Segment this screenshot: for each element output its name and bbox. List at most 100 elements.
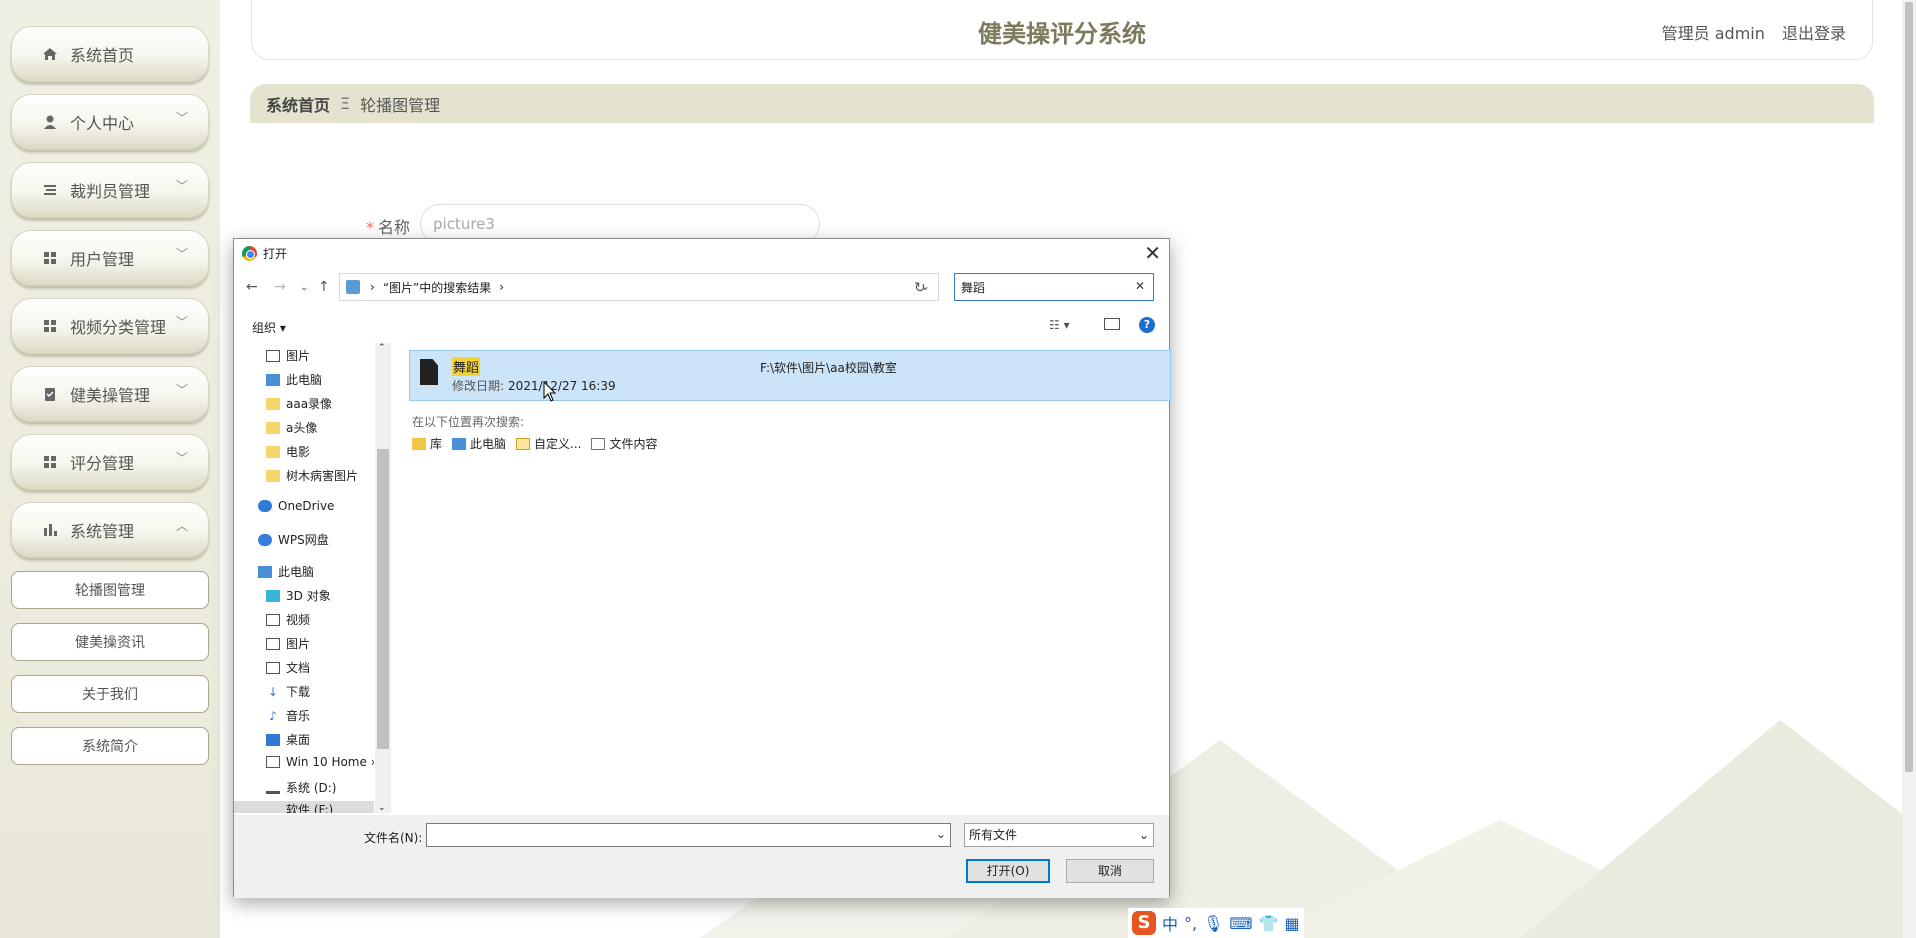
- skin-icon[interactable]: 👕: [1259, 914, 1279, 933]
- sidebar-item-system[interactable]: 系统管理 ︿: [11, 502, 209, 558]
- organize-menu[interactable]: 组织 ▾: [252, 319, 286, 336]
- dialog-titlebar: 打开 ✕: [234, 239, 1169, 267]
- tree-item[interactable]: 图片: [266, 347, 310, 364]
- tree-item-label: 图片: [286, 637, 311, 651]
- sub-item-news[interactable]: 健美操资讯: [11, 623, 209, 661]
- tree-item[interactable]: Win 10 Home ›: [266, 755, 374, 769]
- tree-item[interactable]: 图片: [266, 635, 310, 652]
- scroll-up-icon[interactable]: ⌃: [378, 343, 386, 353]
- drive-icon: [266, 756, 280, 768]
- sub-item-carousel[interactable]: 轮播图管理: [11, 571, 209, 609]
- search-again-custom[interactable]: 自定义...: [516, 435, 581, 452]
- page-scrollbar-thumb[interactable]: [1905, 2, 1913, 772]
- keyboard-icon[interactable]: ⌨: [1229, 914, 1252, 933]
- tree-scrollbar-thumb[interactable]: [377, 449, 389, 749]
- music-icon: ♪: [269, 708, 277, 723]
- scroll-down-icon[interactable]: ⌄: [378, 803, 386, 813]
- sidebar-item-users[interactable]: 用户管理 ﹀: [11, 230, 209, 286]
- sidebar-item-home[interactable]: 系统首页: [11, 26, 209, 82]
- sidebar-item-label: 评分管理: [70, 454, 135, 473]
- tree-item[interactable]: 树木病害图片: [266, 467, 358, 484]
- tree-item[interactable]: a头像: [266, 419, 317, 436]
- toolbox-icon[interactable]: ▦: [1284, 914, 1299, 933]
- ime-punctuation[interactable]: °,: [1184, 914, 1197, 933]
- dialog-toolbar: 组织 ▾ ☷ ▾ ?: [234, 315, 1169, 339]
- tree-item-label: 电影: [286, 445, 311, 459]
- tree-item-label: 图片: [286, 349, 311, 363]
- ime-chinese-mode[interactable]: 中: [1162, 911, 1178, 935]
- tree-item[interactable]: OneDrive: [258, 499, 334, 513]
- microphone-icon[interactable]: 🎙: [1203, 914, 1223, 933]
- tree-item[interactable]: 系统 (D:): [266, 779, 336, 796]
- sidebar-item-label: 系统首页: [70, 46, 135, 65]
- user-icon: [42, 114, 58, 130]
- logout-link[interactable]: 退出登录: [1782, 24, 1846, 43]
- tree-item[interactable]: 3D 对象: [266, 587, 331, 604]
- sidebar-item-personal[interactable]: 个人中心 ﹀: [11, 94, 209, 150]
- tree-item-selected[interactable]: 软件 (F:): [234, 801, 374, 813]
- page-scrollbar[interactable]: [1902, 0, 1916, 938]
- help-icon[interactable]: ?: [1139, 317, 1155, 333]
- sub-item-about[interactable]: 关于我们: [11, 675, 209, 713]
- chevron-down-icon[interactable]: ⌄: [936, 827, 946, 841]
- tree-item[interactable]: WPS网盘: [258, 531, 329, 548]
- sidebar-item-scoring[interactable]: 评分管理 ﹀: [11, 434, 209, 490]
- tree-item[interactable]: 视频: [266, 611, 310, 628]
- sidebar-item-label: 系统管理: [70, 522, 135, 541]
- forward-arrow-icon[interactable]: →: [274, 279, 286, 295]
- clear-search-icon[interactable]: ✕: [1135, 279, 1145, 293]
- tree-item-label: 此电脑: [278, 565, 315, 579]
- cancel-button[interactable]: 取消: [1066, 859, 1154, 883]
- tree-item[interactable]: aaa录像: [266, 395, 332, 412]
- tree-item-label: Win 10 Home ›: [286, 755, 374, 769]
- open-button[interactable]: 打开(O): [966, 859, 1050, 883]
- tree-item-label: 此电脑: [286, 373, 323, 387]
- tree-item-label: 音乐: [286, 709, 311, 723]
- chevron-down-icon: ﹀: [175, 451, 188, 465]
- tree-item[interactable]: 此电脑: [266, 371, 322, 388]
- search-input[interactable]: 舞蹈 ✕: [954, 273, 1154, 301]
- sidebar-item-referee[interactable]: 裁判员管理 ﹀: [11, 162, 209, 218]
- sidebar-item-label: 个人中心: [70, 114, 135, 133]
- search-again-computer[interactable]: 此电脑: [452, 435, 506, 452]
- date-value: 2021/12/27 16:39: [508, 379, 616, 393]
- tree-item-label: 下载: [286, 685, 311, 699]
- search-value: 舞蹈: [961, 280, 986, 295]
- sogou-logo-icon[interactable]: S: [1132, 911, 1156, 935]
- back-arrow-icon[interactable]: ←: [246, 279, 258, 295]
- tree-item[interactable]: ↓ 下载: [266, 683, 310, 700]
- preview-pane-icon[interactable]: [1104, 318, 1120, 330]
- address-bar[interactable]: › “图片”中的搜索结果 › ⌄: [339, 273, 939, 301]
- clipboard-icon: [42, 386, 58, 402]
- drive-icon: [266, 804, 280, 813]
- search-again-library[interactable]: 库: [412, 435, 442, 452]
- folder-icon: [266, 397, 280, 410]
- name-label: * 名称: [366, 214, 410, 238]
- tree-item[interactable]: 此电脑: [258, 563, 314, 580]
- sidebar-item-video-category[interactable]: 视频分类管理 ﹀: [11, 298, 209, 354]
- close-icon[interactable]: ✕: [1144, 241, 1161, 265]
- tree-item[interactable]: ♪ 音乐: [266, 707, 310, 724]
- address-separator-icon: ›: [370, 280, 375, 294]
- filetype-select[interactable]: 所有文件 ⌄: [964, 823, 1154, 847]
- up-arrow-icon[interactable]: ↑: [318, 279, 330, 295]
- tree-item[interactable]: 电影: [266, 443, 310, 460]
- sub-item-intro[interactable]: 系统简介: [11, 727, 209, 765]
- refresh-icon[interactable]: ↻: [914, 280, 926, 296]
- user-area: 管理员 admin 退出登录: [1662, 20, 1846, 44]
- recent-dropdown-icon[interactable]: ⌄: [300, 282, 308, 293]
- search-again-contents[interactable]: 文件内容: [591, 435, 658, 452]
- tree-item-label: WPS网盘: [278, 533, 329, 547]
- search-result-item[interactable]: 舞蹈 修改日期: 2021/12/27 16:39 F:\软件\图片\aa校园\教…: [409, 350, 1171, 401]
- tree-item[interactable]: 文档: [266, 659, 310, 676]
- breadcrumb-home[interactable]: 系统首页: [266, 92, 330, 116]
- view-options-icon[interactable]: ☷ ▾: [1049, 318, 1070, 332]
- sidebar-item-label: 视频分类管理: [70, 318, 167, 337]
- tree-item-label: 视频: [286, 613, 311, 627]
- sidebar-item-aerobics[interactable]: 健美操管理 ﹀: [11, 366, 209, 422]
- sidebar-item-label: 裁判员管理: [70, 182, 151, 201]
- link-label: 此电脑: [470, 437, 507, 451]
- tree-item[interactable]: 桌面: [266, 731, 310, 748]
- tree-scrollbar[interactable]: ⌃ ⌄: [375, 343, 391, 813]
- filename-input[interactable]: ⌄: [426, 823, 951, 847]
